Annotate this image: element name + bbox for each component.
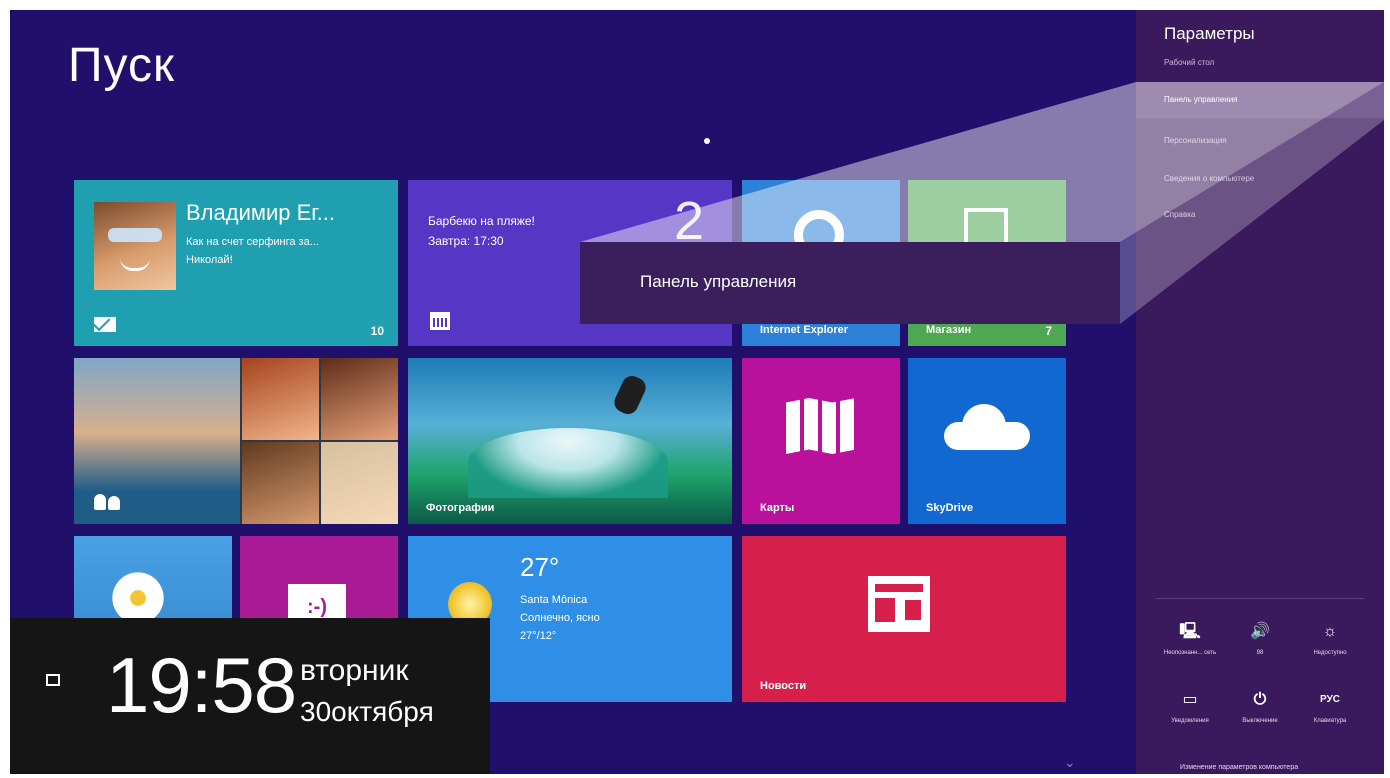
tile-label: Новости xyxy=(760,680,807,692)
calendar-time: Завтра: 17:30 xyxy=(428,234,504,248)
calendar-icon xyxy=(430,312,450,330)
network-icon xyxy=(46,674,60,686)
tile-photos[interactable]: Фотографии xyxy=(408,358,732,524)
charm-title: Параметры xyxy=(1164,24,1255,43)
mail-sender: Владимир Ег... xyxy=(186,200,335,225)
weather-range: 27°/12° xyxy=(520,630,557,642)
calendar-event: Барбекю на пляже! xyxy=(428,214,535,228)
people-icon xyxy=(94,494,122,510)
map-icon xyxy=(786,398,856,454)
charm-divider xyxy=(1156,598,1364,599)
tile-label: Фотографии xyxy=(426,502,495,514)
tile-label: Internet Explorer xyxy=(760,324,849,336)
clock-panel: 19:58 вторник 30октября xyxy=(10,618,490,774)
network-button[interactable]: 🖳 Неопознанн... сеть xyxy=(1160,622,1220,656)
mail-preview-2: Николай! xyxy=(186,254,233,266)
tile-skydrive[interactable]: SkyDrive xyxy=(908,358,1066,524)
clock-date: 30октября xyxy=(300,696,434,727)
charm-item-desktop[interactable]: Рабочий стол xyxy=(1164,58,1214,67)
network-icon: 🖳 xyxy=(1179,623,1201,640)
start-screen: Пуск Владимир Ег... Как на счет серфинга… xyxy=(10,10,1384,774)
weather-condition: Солнечно, ясно xyxy=(520,612,600,624)
avatar xyxy=(94,202,176,290)
tile-label: Карты xyxy=(760,502,795,514)
power-icon: ⏻ xyxy=(1253,691,1267,708)
charm-item-control-panel[interactable]: Панель управления xyxy=(1136,82,1384,118)
mail-preview: Как на счет серфинга за... xyxy=(186,236,319,248)
tile-label: SkyDrive xyxy=(926,502,974,514)
charm-item-help[interactable]: Справка xyxy=(1164,210,1195,219)
charm-item-pc-info[interactable]: Сведения о компьютере xyxy=(1164,174,1254,183)
contact-photo xyxy=(242,442,319,524)
control-panel-callout: Панель управления xyxy=(580,242,1120,324)
wave-photo xyxy=(468,428,668,498)
power-button[interactable]: ⏻ Выключение xyxy=(1230,690,1290,724)
tile-news[interactable]: Новости xyxy=(742,536,1066,702)
change-pc-settings-link[interactable]: Изменение параметров компьютера xyxy=(1180,764,1298,771)
keyboard-icon: РУС xyxy=(1320,694,1340,705)
tile-people[interactable] xyxy=(74,358,398,524)
settings-charm: Параметры Рабочий стол Панель управления… xyxy=(1136,10,1384,774)
contact-photo xyxy=(321,358,398,440)
volume-button[interactable]: 🔊 98 xyxy=(1230,622,1290,656)
charm-item-personalization[interactable]: Персонализация xyxy=(1164,136,1227,145)
clock-day: вторник xyxy=(300,654,409,687)
cloud-icon xyxy=(944,404,1030,450)
mouse-cursor xyxy=(704,138,710,144)
weather-city: Santa Mônica xyxy=(520,594,588,606)
mail-icon xyxy=(94,317,116,332)
tile-maps[interactable]: Карты xyxy=(742,358,900,524)
brightness-button[interactable]: ☼ Недоступно xyxy=(1300,622,1360,656)
mail-badge: 10 xyxy=(370,324,384,338)
clock-time: 19:58 xyxy=(106,641,297,729)
surfer-photo xyxy=(611,372,649,418)
tile-label: Магазин xyxy=(926,324,972,336)
chevron-down-icon[interactable]: ⌄ xyxy=(1064,754,1076,771)
volume-icon: 🔊 xyxy=(1250,623,1270,640)
tile-mail[interactable]: Владимир Ег... Как на счет серфинга за..… xyxy=(74,180,398,346)
callout-text: Панель управления xyxy=(640,272,797,291)
contact-photo xyxy=(242,358,319,440)
brightness-icon: ☼ xyxy=(1322,623,1338,640)
start-title: Пуск xyxy=(68,39,175,92)
notifications-icon: ▭ xyxy=(1182,691,1198,708)
notifications-button[interactable]: ▭ Уведомления xyxy=(1160,690,1220,724)
store-badge: 7 xyxy=(1045,324,1052,338)
contact-photo xyxy=(321,442,398,524)
news-icon xyxy=(868,576,930,632)
weather-temperature: 27° xyxy=(520,552,560,582)
keyboard-button[interactable]: РУС Клавиатура xyxy=(1300,690,1360,724)
